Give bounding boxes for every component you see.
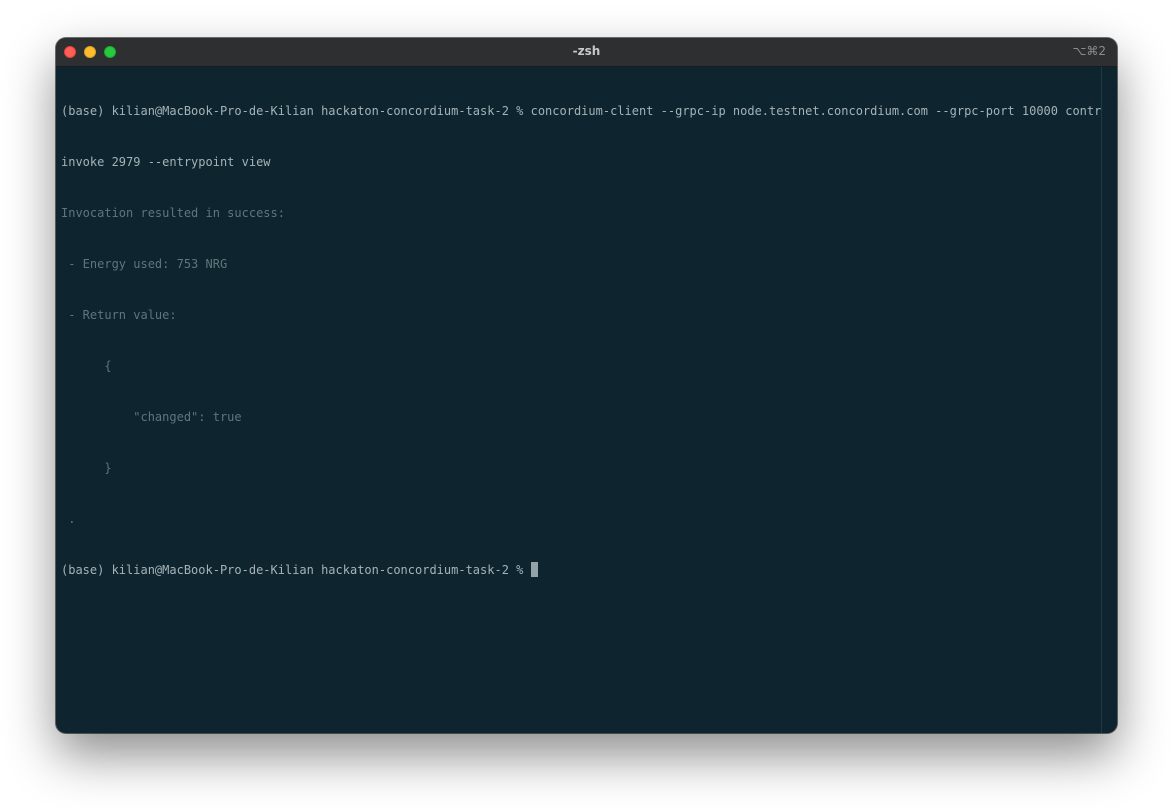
window-title: -zsh [572,44,601,58]
terminal-line: } [61,461,112,475]
terminal-line: - Return value: [61,308,177,322]
text-cursor [530,562,538,577]
terminal-line: (base) kilian@MacBook-Pro-de-Kilian hack… [61,104,1117,118]
terminal-line: invoke 2979 --entrypoint view [61,155,271,169]
terminal-line: - Energy used: 753 NRG [61,257,228,271]
terminal-line: . [61,512,76,526]
title-bar[interactable]: -zsh ⌥⌘2 [56,38,1117,67]
terminal-window: -zsh ⌥⌘2 (base) kilian@MacBook-Pro-de-Ki… [56,38,1117,733]
prompt-line[interactable]: (base) kilian@MacBook-Pro-de-Kilian hack… [61,562,1101,579]
terminal-line: "changed": true [61,410,242,424]
shell-prompt: (base) kilian@MacBook-Pro-de-Kilian hack… [61,563,531,577]
terminal-line: Invocation resulted in success: [61,206,285,220]
window-shortcut: ⌥⌘2 [1072,44,1106,58]
terminal-line: { [61,359,112,373]
scrollbar[interactable] [1101,67,1117,733]
terminal-output[interactable]: (base) kilian@MacBook-Pro-de-Kilian hack… [61,69,1117,613]
